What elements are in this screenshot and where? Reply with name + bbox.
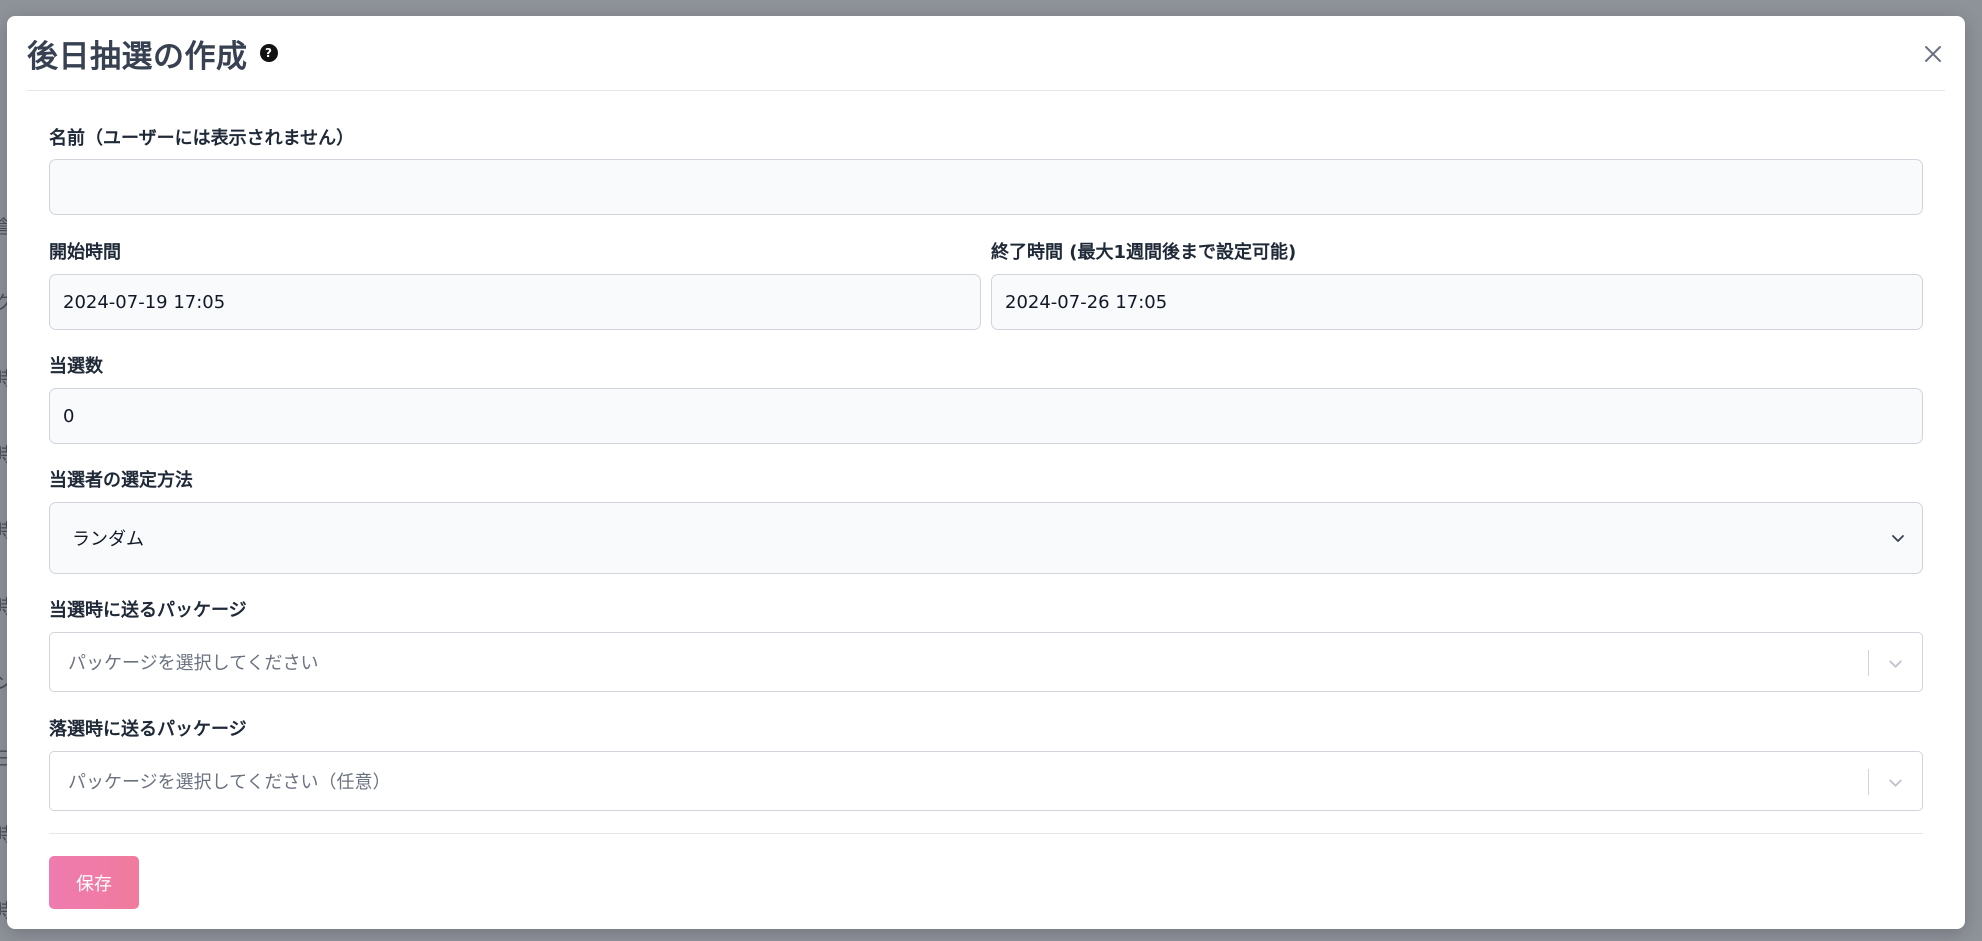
win-package-select[interactable]: パッケージを選択してください	[49, 632, 1923, 692]
selection-method-label: 当選者の選定方法	[49, 470, 193, 491]
selection-method-select[interactable]: ランダム	[49, 502, 1923, 574]
modal-title: 後日抽選の作成	[27, 38, 248, 75]
select-separator	[1868, 769, 1869, 795]
chevron-down-icon[interactable]	[1887, 655, 1904, 672]
close-icon[interactable]	[1921, 42, 1945, 66]
end-time-label: 終了時間 (最大1週間後まで設定可能)	[991, 242, 1297, 263]
create-lottery-modal: 後日抽選の作成 ? 名前（ユーザーには表示されません） 開始時間 終了時間 (最…	[7, 16, 1965, 929]
chevron-down-icon	[1892, 535, 1904, 542]
win-package-label: 当選時に送るパッケージ	[49, 600, 247, 621]
lose-package-label: 落選時に送るパッケージ	[49, 719, 247, 740]
chevron-down-icon[interactable]	[1887, 774, 1904, 791]
winner-count-label: 当選数	[49, 356, 103, 377]
winner-count-input[interactable]	[49, 388, 1923, 444]
start-time-label: 開始時間	[49, 242, 121, 263]
name-input[interactable]	[49, 159, 1923, 215]
question-circle-icon[interactable]: ?	[259, 44, 278, 62]
lose-package-select[interactable]: パッケージを選択してください（任意）	[49, 751, 1923, 811]
selection-method-value: ランダム	[72, 529, 144, 550]
end-time-input[interactable]	[991, 274, 1923, 330]
footer-divider	[49, 833, 1923, 834]
modal-header: 後日抽選の作成 ?	[27, 16, 1945, 91]
save-button[interactable]: 保存	[49, 856, 139, 909]
win-package-placeholder: パッケージを選択してください	[68, 653, 319, 674]
lose-package-placeholder: パッケージを選択してください（任意）	[68, 772, 391, 793]
name-label: 名前（ユーザーには表示されません）	[49, 128, 355, 149]
start-time-input[interactable]	[49, 274, 981, 330]
select-separator	[1868, 650, 1869, 676]
